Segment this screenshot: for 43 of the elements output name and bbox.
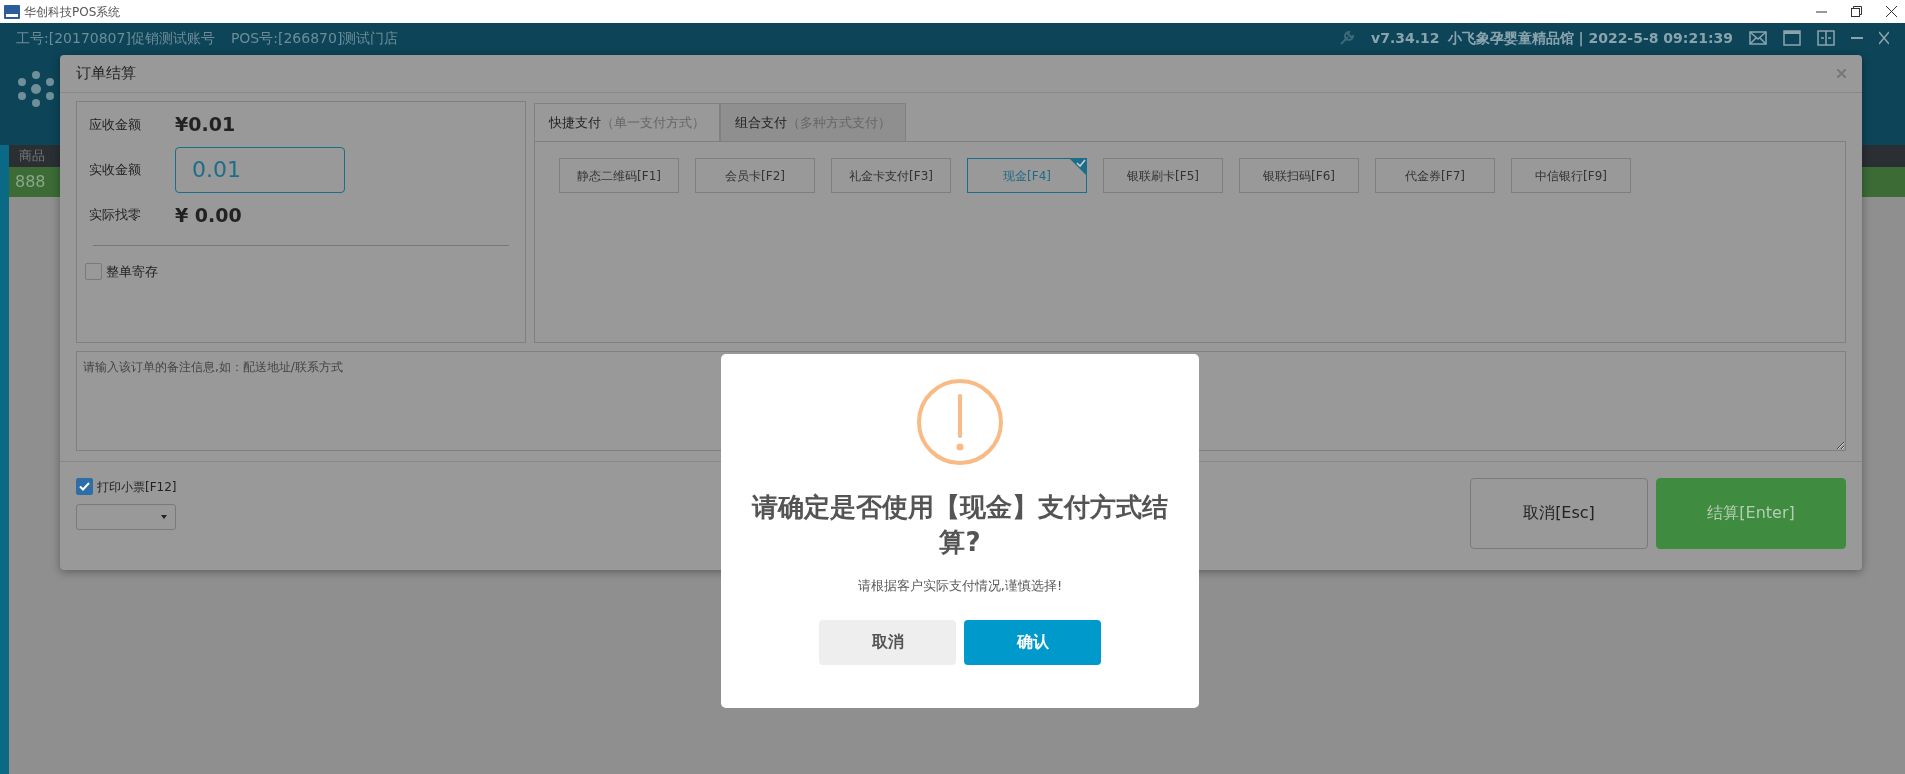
window-title: 华创科技POS系统 [24, 3, 121, 21]
payment-method-button[interactable]: 会员卡[F2] [695, 158, 815, 193]
payment-method-button[interactable]: 静态二维码[F1] [559, 158, 679, 193]
dialog-message: 请根据客户实际支付情况,谨慎选择! [857, 577, 1063, 596]
field-label: 实际找零 [88, 206, 142, 224]
field-label: 应收金额 [88, 115, 142, 134]
warning-icon [916, 378, 1004, 466]
window-icon[interactable] [1783, 30, 1801, 46]
amount-value: ¥ 0.00 [175, 202, 242, 228]
operator-label: 工号:[20170807]促销测试账号 [16, 28, 215, 48]
check-icon [1069, 158, 1087, 176]
cancel-button[interactable]: 取消 [819, 619, 956, 665]
app-icon [4, 4, 20, 19]
close-icon[interactable] [1886, 6, 1897, 17]
restore-icon[interactable] [1851, 6, 1862, 17]
amount-value: ¥0.01 [175, 112, 236, 137]
confirm-button[interactable]: 确认 [964, 619, 1101, 665]
payment-method-button[interactable]: 银联扫码[F6] [1239, 158, 1359, 193]
field-label: 实收金额 [88, 160, 142, 179]
cancel-button[interactable]: 取消[Esc] [1470, 477, 1648, 549]
mail-icon[interactable] [1749, 31, 1767, 45]
payment-method-button[interactable]: 银联刷卡[F5] [1103, 158, 1223, 193]
dialog-title: 订单结算 [76, 63, 136, 85]
payment-method-button[interactable]: 代金券[F7] [1375, 158, 1495, 193]
checkbox-label: 打印小票[F12] [97, 478, 177, 496]
minimize-icon[interactable] [1816, 10, 1827, 13]
split-window-icon[interactable] [1817, 30, 1835, 46]
payment-method-button[interactable]: 中信银行[F9] [1511, 158, 1631, 193]
checkbox-label: 整单寄存 [106, 263, 158, 281]
minimize-icon[interactable] [1851, 36, 1863, 40]
version-label: v7.34.12 [1371, 28, 1440, 48]
pos-label: POS号:[266870]测试门店 [230, 28, 399, 48]
check-icon [79, 482, 90, 491]
table-header-cell-text: 商品 [19, 147, 45, 166]
dialog-title: 请确定是否使用【现金】支付方式结算? [750, 491, 1169, 560]
checkout-button[interactable]: 结算[Enter] [1656, 477, 1846, 549]
caret-icon [161, 514, 167, 519]
table-cell-text: 888 [15, 171, 46, 193]
store-datetime-label: 小飞象孕婴童精品馆 | 2022-5-8 09:21:39 [1447, 28, 1733, 49]
checkbox[interactable] [85, 263, 102, 281]
checkbox[interactable] [76, 478, 93, 495]
payment-method-button[interactable]: 礼金卡支付[F3] [831, 158, 951, 193]
logo-icon [16, 69, 56, 109]
